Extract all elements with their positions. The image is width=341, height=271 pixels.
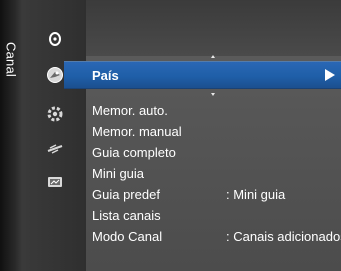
scroll-down-icon[interactable] xyxy=(211,93,215,96)
scroll-up-icon[interactable] xyxy=(211,55,215,58)
setup-icon[interactable] xyxy=(46,105,64,123)
menu-list: Memor. auto. Memor. manual Guia completo… xyxy=(92,100,341,247)
application-icon[interactable] xyxy=(46,173,64,191)
menu-item-modo-canal[interactable]: Modo Canal : Canais adicionados xyxy=(92,226,341,247)
input-icon[interactable] xyxy=(46,140,64,158)
channel-icon[interactable] xyxy=(46,66,64,84)
menu-item-memor-manual[interactable]: Memor. manual xyxy=(92,121,341,142)
menu-item-guia-completo[interactable]: Guia completo xyxy=(92,142,341,163)
selected-item-label: País xyxy=(92,67,119,83)
menu-item-label: Guia completo xyxy=(92,145,176,160)
menu-item-label: Guia predef xyxy=(92,187,160,202)
menu-item-label: Mini guia xyxy=(92,166,145,181)
menu-item-mini-guia[interactable]: Mini guia xyxy=(92,163,341,184)
menu-item-label: Lista canais xyxy=(92,208,161,223)
left-rail: Canal xyxy=(0,0,22,271)
menu-top-area xyxy=(86,0,341,57)
menu-item-value: : Mini guia xyxy=(226,187,286,202)
menu-item-memor-auto[interactable]: Memor. auto. xyxy=(92,100,341,121)
rail-label: Canal xyxy=(0,0,22,110)
menu-item-label: Modo Canal xyxy=(92,229,163,244)
menu-item-label: Memor. auto. xyxy=(92,103,168,118)
right-arrow-icon xyxy=(325,69,335,81)
rail-title: Canal xyxy=(3,42,19,77)
picture-icon[interactable] xyxy=(46,30,64,48)
menu-item-lista-canais[interactable]: Lista canais xyxy=(92,205,341,226)
icon-column xyxy=(22,0,86,271)
menu-item-value: : Canais adicionados xyxy=(226,229,341,244)
selected-menu-item[interactable]: País xyxy=(64,61,341,89)
menu-item-label: Memor. manual xyxy=(92,124,182,139)
menu-item-guia-predef[interactable]: Guia predef : Mini guia xyxy=(92,184,341,205)
